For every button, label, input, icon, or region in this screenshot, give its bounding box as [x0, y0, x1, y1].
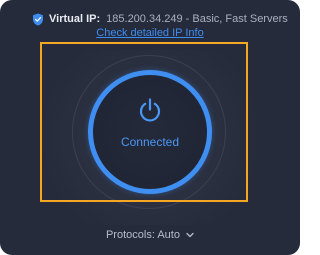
chevron-down-icon: [186, 232, 194, 238]
virtual-ip-value: 185.200.34.249 - Basic, Fast Servers: [106, 13, 288, 25]
vpn-panel: Virtual IP: 185.200.34.249 - Basic, Fast…: [0, 0, 300, 255]
check-ip-info-link[interactable]: Check detailed IP Info: [0, 27, 300, 39]
connection-status-text: Connected: [120, 135, 180, 149]
virtual-ip-label: Virtual IP:: [49, 13, 101, 25]
connect-toggle-button[interactable]: Connected: [88, 70, 212, 194]
protocols-dropdown[interactable]: Protocols: Auto: [0, 229, 300, 241]
protocols-label: Protocols: Auto: [105, 229, 180, 241]
virtual-ip-row: Virtual IP: 185.200.34.249 - Basic, Fast…: [32, 13, 288, 25]
shield-check-icon: [33, 13, 43, 25]
power-icon: [139, 98, 161, 122]
